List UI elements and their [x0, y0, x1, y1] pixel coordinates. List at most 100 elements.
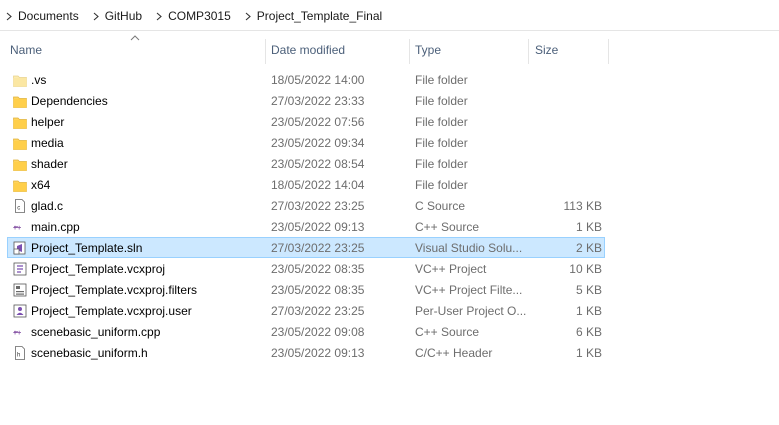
file-row[interactable]: Project_Template.vcxproj.filters 23/05/20… — [7, 279, 605, 300]
breadcrumb-item-current-folder[interactable]: Project_Template_Final — [257, 8, 382, 24]
file-type: File folder — [415, 178, 468, 192]
breadcrumb-item-documents[interactable]: Documents — [18, 8, 79, 24]
file-row[interactable]: media 23/05/2022 09:34 File folder — [7, 132, 605, 153]
column-header-date-modified[interactable]: Date modified — [267, 34, 409, 64]
file-type: VC++ Project — [415, 262, 487, 276]
folder-icon-light — [13, 72, 27, 88]
c-source-icon: c — [13, 198, 27, 214]
file-date-modified: 23/05/2022 08:54 — [271, 157, 365, 171]
file-size: 5 KB — [575, 283, 602, 297]
file-date-modified: 23/05/2022 07:56 — [271, 115, 365, 129]
file-type: C Source — [415, 199, 466, 213]
file-size — [530, 175, 602, 194]
user-project-icon — [13, 303, 27, 319]
vcxproj-icon — [13, 261, 27, 277]
file-date-modified: 23/05/2022 09:13 — [271, 220, 365, 234]
column-divider[interactable] — [608, 39, 609, 64]
file-date-modified: 27/03/2022 23:25 — [271, 304, 365, 318]
file-size — [530, 154, 602, 173]
file-size: 10 KB — [569, 262, 602, 276]
file-row[interactable]: Project_Template.sln 27/03/2022 23:25 Visu… — [7, 237, 605, 258]
file-name: media — [31, 136, 64, 150]
file-size: 2 KB — [575, 241, 602, 255]
file-type: File folder — [415, 73, 468, 87]
file-type: File folder — [415, 115, 468, 129]
file-name: scenebasic_uniform.h — [31, 346, 148, 360]
column-divider[interactable] — [528, 39, 529, 64]
file-name: .vs — [31, 73, 47, 87]
file-name: x64 — [31, 178, 51, 192]
file-name: Project_Template.vcxproj.user — [31, 304, 192, 318]
file-date-modified: 27/03/2022 23:25 — [271, 199, 365, 213]
breadcrumb-item-comp3015[interactable]: COMP3015 — [168, 8, 231, 24]
file-date-modified: 23/05/2022 09:08 — [271, 325, 365, 339]
file-date-modified: 27/03/2022 23:33 — [271, 94, 365, 108]
file-row[interactable]: helper 23/05/2022 07:56 File folder — [7, 111, 605, 132]
file-date-modified: 18/05/2022 14:00 — [271, 73, 365, 87]
file-size — [530, 112, 602, 131]
column-divider[interactable] — [409, 39, 410, 64]
column-divider[interactable] — [265, 39, 266, 64]
folder-icon — [13, 156, 27, 172]
file-row[interactable]: ++ scenebasic_uniform.cpp 23/05/2022 09:08… — [7, 321, 605, 342]
file-row[interactable]: ++ main.cpp 23/05/2022 09:13 C++ Source 1 KB — [7, 216, 605, 237]
column-header-row: Name Date modified Type Size — [0, 34, 779, 64]
header-icon: h — [13, 345, 27, 361]
folder-icon — [13, 93, 27, 109]
file-name: scenebasic_uniform.cpp — [31, 325, 161, 339]
file-size: 113 KB — [563, 199, 602, 213]
chevron-right-icon[interactable] — [87, 8, 105, 24]
file-size — [530, 70, 602, 89]
folder-icon — [13, 177, 27, 193]
file-size — [530, 91, 602, 110]
svg-text:c: c — [17, 206, 20, 212]
column-header-size[interactable]: Size — [531, 34, 607, 64]
file-name: Project_Template.vcxproj.filters — [31, 283, 198, 297]
file-row[interactable]: Dependencies 27/03/2022 23:33 File folder — [7, 90, 605, 111]
svg-text:++: ++ — [13, 330, 21, 337]
file-type: C/C++ Header — [415, 346, 493, 360]
breadcrumb: Documents GitHub COMP3015 Project_Templa… — [0, 8, 382, 24]
file-size: 1 KB — [575, 304, 602, 318]
file-date-modified: 18/05/2022 14:04 — [271, 178, 365, 192]
svg-text:h: h — [17, 353, 20, 359]
chevron-right-icon[interactable] — [239, 8, 257, 24]
cpp-source-icon: ++ — [13, 324, 27, 340]
column-header-type[interactable]: Type — [411, 34, 528, 64]
file-type: C++ Source — [415, 220, 480, 234]
breadcrumb-item-github[interactable]: GitHub — [105, 8, 142, 24]
file-name: Project_Template.vcxproj — [31, 262, 166, 276]
file-row[interactable]: .vs 18/05/2022 14:00 File folder — [7, 69, 605, 90]
filters-icon — [13, 282, 27, 298]
file-size: 1 KB — [575, 346, 602, 360]
column-header-name[interactable]: Name — [6, 34, 264, 64]
file-row[interactable]: shader 23/05/2022 08:54 File folder — [7, 153, 605, 174]
file-date-modified: 27/03/2022 23:25 — [271, 241, 365, 255]
file-date-modified: 23/05/2022 08:35 — [271, 262, 365, 276]
svg-text:++: ++ — [13, 225, 21, 232]
file-type: File folder — [415, 94, 468, 108]
file-name: Project_Template.sln — [31, 241, 143, 255]
file-row[interactable]: Project_Template.vcxproj 23/05/2022 08:35… — [7, 258, 605, 279]
file-name: glad.c — [31, 199, 64, 213]
sln-icon — [13, 240, 27, 256]
breadcrumb-bar: Documents GitHub COMP3015 Project_Templa… — [0, 0, 779, 31]
folder-icon — [13, 114, 27, 130]
file-row[interactable]: h scenebasic_uniform.h 23/05/2022 09:13 C/C… — [7, 342, 605, 363]
file-size: 1 KB — [575, 220, 602, 234]
file-row[interactable]: x64 18/05/2022 14:04 File folder — [7, 174, 605, 195]
file-type: VC++ Project Filte... — [415, 283, 523, 297]
file-row[interactable]: c glad.c 27/03/2022 23:25 C Source 113 KB — [7, 195, 605, 216]
file-name: Dependencies — [31, 94, 108, 108]
file-row[interactable]: Project_Template.vcxproj.user 27/03/2022 … — [7, 300, 605, 321]
file-type: C++ Source — [415, 325, 480, 339]
chevron-right-icon[interactable] — [0, 8, 18, 24]
file-name: helper — [31, 115, 65, 129]
file-name: main.cpp — [31, 220, 80, 234]
file-size: 6 KB — [575, 325, 602, 339]
file-date-modified: 23/05/2022 08:35 — [271, 283, 365, 297]
file-type: File folder — [415, 136, 468, 150]
chevron-right-icon[interactable] — [150, 8, 168, 24]
folder-icon — [13, 135, 27, 151]
file-type: Visual Studio Solu... — [415, 241, 523, 255]
